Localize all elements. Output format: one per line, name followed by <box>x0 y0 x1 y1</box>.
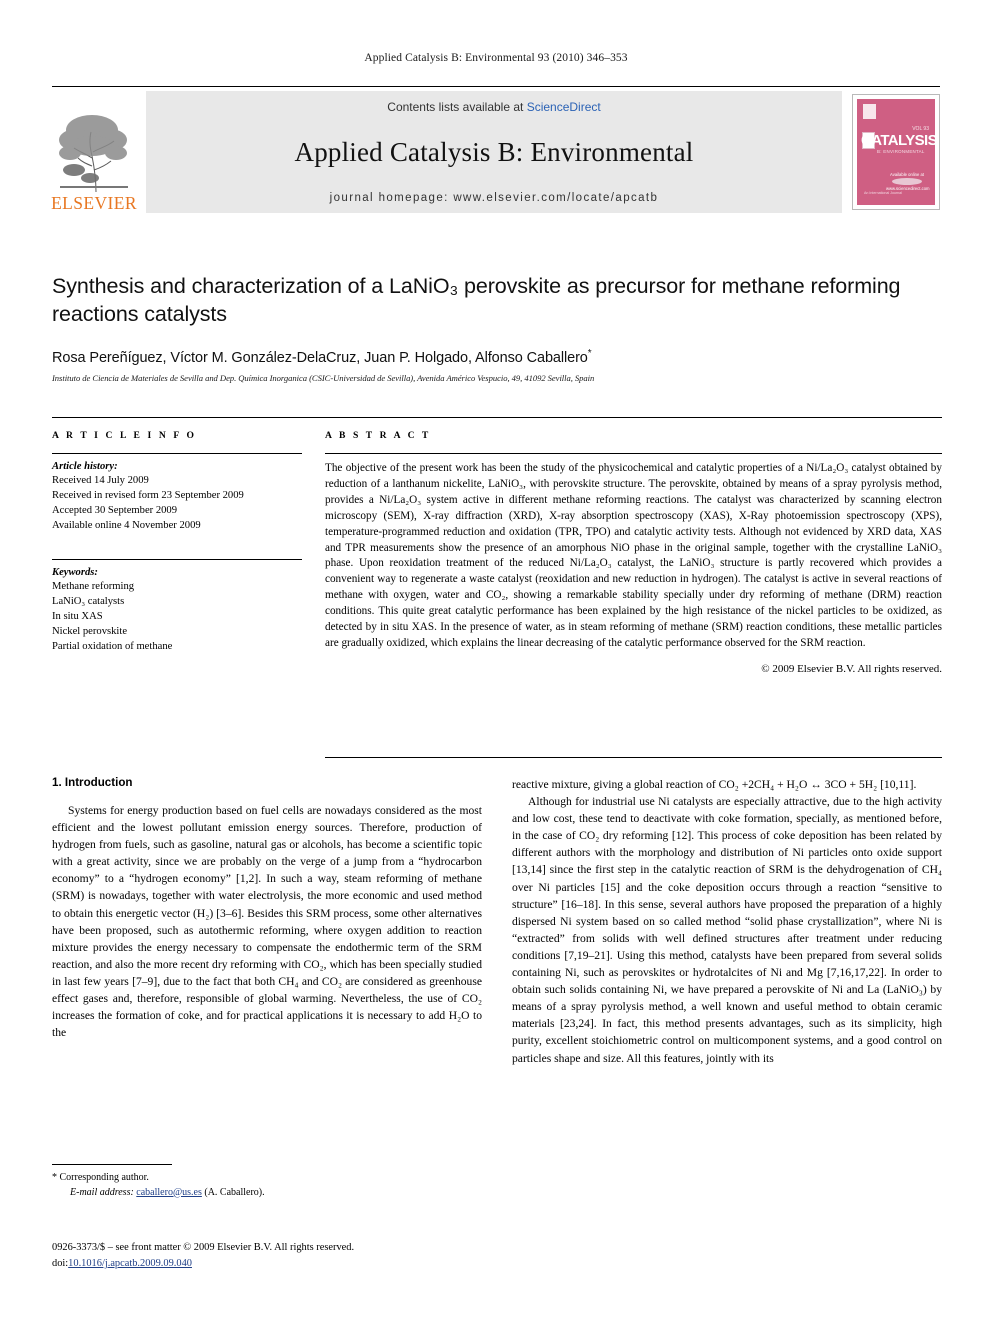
section-heading-introduction: 1. Introduction <box>52 776 133 789</box>
paper-page: Applied Catalysis B: Environmental 93 (2… <box>0 0 992 1323</box>
abstract-copyright: © 2009 Elsevier B.V. All rights reserved… <box>761 662 942 675</box>
footnote-rule <box>52 1164 172 1165</box>
elsevier-tree-icon <box>56 107 132 194</box>
keyword-item: Methane reforming <box>52 581 135 593</box>
journal-cover-thumbnail[interactable]: VOL 93 CATALYSIS B: ENVIRONMENTAL Availa… <box>852 94 940 210</box>
article-info-heading: A R T I C L E I N F O <box>52 430 197 441</box>
journal-title: Applied Catalysis B: Environmental <box>294 136 694 167</box>
imprint-front-matter: 0926-3373/$ – see front matter © 2009 El… <box>52 1242 355 1253</box>
history-received: Received 14 July 2009 <box>52 475 149 486</box>
contents-prefix: Contents lists available at <box>387 100 527 114</box>
article-info-rule <box>52 453 302 454</box>
journal-banner: Contents lists available at ScienceDirec… <box>146 91 842 213</box>
body-right-column: reactive mixture, giving a global reacti… <box>512 776 942 1176</box>
info-abstract-area: A R T I C L E I N F O Article history: R… <box>52 417 942 675</box>
footnote-block: * Corresponding author. E-mail address: … <box>52 1164 482 1200</box>
doi-prefix: doi: <box>52 1257 69 1269</box>
cover-artwork: VOL 93 CATALYSIS B: ENVIRONMENTAL Availa… <box>857 99 938 205</box>
doi-link[interactable]: 10.1016/j.apcatb.2009.09.040 <box>68 1258 192 1269</box>
corresponding-author-marker: * <box>587 348 592 360</box>
keyword-item: Nickel perovskite <box>52 626 128 638</box>
running-head: Applied Catalysis B: Environmental 93 (2… <box>364 52 628 64</box>
keywords-rule <box>52 559 302 561</box>
abstract-column: A B S T R A C T The objective of the pre… <box>314 430 942 675</box>
imprint-doi-line: doi:10.1016/j.apcatb.2009.09.040 <box>52 1256 512 1272</box>
journal-homepage[interactable]: journal homepage: www.elsevier.com/locat… <box>330 192 659 204</box>
elsevier-wordmark: ELSEVIER <box>51 192 137 213</box>
email-suffix: (A. Caballero). <box>201 1186 265 1198</box>
body-left-column: 1. Introduction Systems for energy produ… <box>52 776 482 1176</box>
author-names: Rosa Pereñíguez, Víctor M. González-Dela… <box>52 349 588 366</box>
intro-paragraph-left: Systems for energy production based on f… <box>52 804 482 1040</box>
affiliation: Instituto de Ciencia de Materiales de Se… <box>52 372 595 383</box>
article-info-column: A R T I C L E I N F O Article history: R… <box>52 430 314 675</box>
keyword-item: In situ XAS <box>52 611 103 623</box>
abstract-heading: A B S T R A C T <box>325 430 431 441</box>
contents-available-line: Contents lists available at ScienceDirec… <box>387 100 600 114</box>
cover-elsevier-mark-icon <box>863 104 876 119</box>
cover-subtitle: B: ENVIRONMENTAL <box>877 149 925 154</box>
email-label: E-mail address: <box>70 1186 134 1198</box>
keywords-block: Keywords: Methane reforming LaNiO₃ catal… <box>52 559 302 654</box>
corresponding-author-note: * Corresponding author. <box>52 1172 149 1183</box>
imprint-block: 0926-3373/$ – see front matter © 2009 El… <box>52 1240 512 1271</box>
cover-title: CATALYSIS <box>861 132 938 149</box>
email-note: E-mail address: caballero@us.es (A. Caba… <box>52 1186 482 1201</box>
keywords-label: Keywords: <box>52 567 98 579</box>
cover-sd-oval-icon <box>892 178 922 185</box>
keyword-item: LaNiO₃ catalysts <box>52 596 125 608</box>
body-columns: 1. Introduction Systems for energy produ… <box>52 776 942 1176</box>
intro-paragraph-right-1: reactive mixture, giving a global reacti… <box>512 778 917 791</box>
keyword-item: Partial oxidation of methane <box>52 641 173 653</box>
history-revised: Received in revised form 23 September 20… <box>52 490 244 502</box>
cover-sd-available: Available online at <box>890 172 924 177</box>
intro-paragraph-right-2: Although for industrial use Ni catalysts… <box>512 795 942 1065</box>
abstract-bottom-rule <box>325 757 942 758</box>
email-link[interactable]: caballero@us.es <box>136 1187 202 1198</box>
abstract-text: The objective of the present work has be… <box>325 462 942 649</box>
journal-masthead: ELSEVIER Contents lists available at Sci… <box>51 86 940 213</box>
author-list: Rosa Pereñíguez, Víctor M. González-Dela… <box>52 348 942 366</box>
cover-sciencedirect-badge: Available online at www.sciencedirect.co… <box>886 172 930 191</box>
elsevier-logo: ELSEVIER <box>51 91 137 213</box>
page-title: Synthesis and characterization of a LaNi… <box>52 274 901 326</box>
history-accepted: Accepted 30 September 2009 <box>52 505 178 517</box>
sciencedirect-link[interactable]: ScienceDirect <box>527 100 601 114</box>
abstract-rule <box>325 453 942 454</box>
article-history-label: Article history: <box>52 461 118 472</box>
history-online: Available online 4 November 2009 <box>52 520 201 532</box>
cover-bottom-note: An International Journal <box>864 191 902 195</box>
title-block: Synthesis and characterization of a LaNi… <box>52 273 942 383</box>
